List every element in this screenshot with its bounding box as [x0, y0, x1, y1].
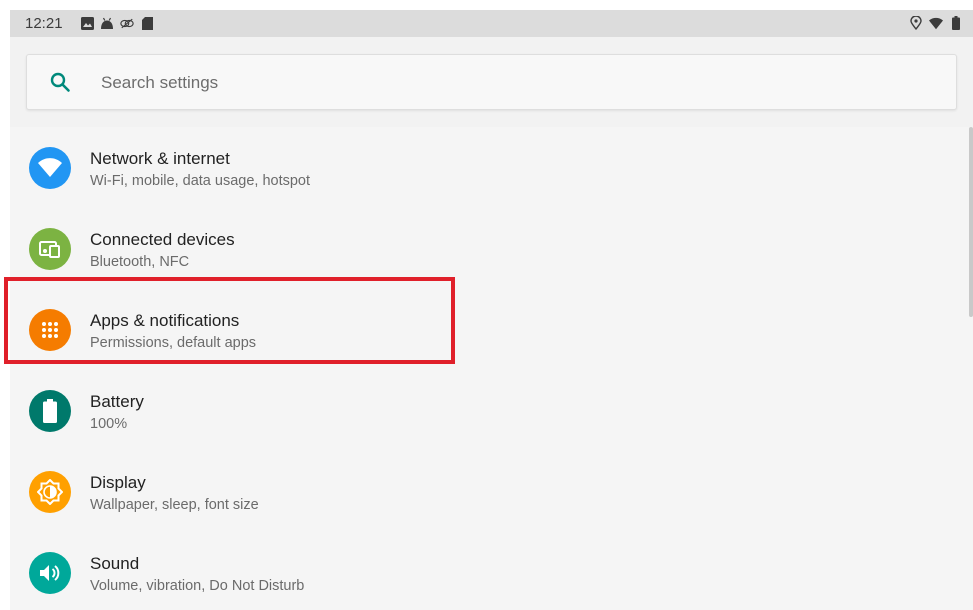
scrollbar[interactable]: [969, 127, 973, 317]
settings-screen: 12:21 Search settings Network & internet…: [10, 10, 973, 610]
item-title: Apps & notifications: [90, 311, 240, 330]
item-subtitle: Volume, vibration, Do Not Disturb: [90, 578, 305, 594]
item-subtitle: Wi-Fi, mobile, data usage, hotspot: [90, 173, 311, 189]
android-icon: [100, 16, 114, 30]
status-time: 12:21: [25, 15, 63, 32]
item-title: Sound: [90, 554, 140, 573]
settings-item-display[interactable]: Display Wallpaper, sleep, font size: [10, 451, 973, 532]
image-icon: [80, 16, 94, 30]
search-input[interactable]: [99, 69, 903, 97]
settings-list: Network & internet Wi-Fi, mobile, data u…: [10, 127, 973, 610]
battery-icon: [949, 16, 963, 30]
settings-item-apps-notifications[interactable]: Apps & notifications Permissions, defaul…: [10, 289, 973, 370]
item-title: Display: [90, 473, 146, 492]
settings-item-connected-devices[interactable]: Connected devices Bluetooth, NFC: [10, 208, 973, 289]
battery-icon: [29, 390, 71, 432]
item-title: Connected devices: [90, 230, 235, 249]
location-icon: [909, 16, 923, 30]
apps-grid-icon: [29, 309, 71, 351]
item-subtitle: Wallpaper, sleep, font size: [90, 497, 259, 513]
settings-item-battery[interactable]: Battery 100%: [10, 370, 973, 451]
brightness-icon: [29, 471, 71, 513]
status-bar: 12:21: [10, 10, 973, 37]
search-icon: [49, 71, 71, 93]
status-left-icons: [80, 16, 154, 30]
devices-icon: [29, 228, 71, 270]
sync-icon: [120, 16, 134, 30]
wifi-icon: [29, 147, 71, 189]
item-title: Network & internet: [90, 149, 230, 168]
volume-icon: [29, 552, 71, 594]
sd-card-icon: [140, 16, 154, 30]
item-subtitle: 100%: [90, 416, 128, 432]
item-subtitle: Permissions, default apps: [90, 335, 257, 351]
status-right-icons: [909, 16, 963, 30]
item-subtitle: Bluetooth, NFC: [90, 254, 190, 270]
search-bar[interactable]: [26, 54, 957, 110]
item-title: Battery: [90, 392, 144, 411]
wifi-icon: [929, 16, 943, 30]
settings-item-network-internet[interactable]: Network & internet Wi-Fi, mobile, data u…: [10, 127, 973, 208]
settings-item-sound[interactable]: Sound Volume, vibration, Do Not Disturb: [10, 532, 973, 610]
